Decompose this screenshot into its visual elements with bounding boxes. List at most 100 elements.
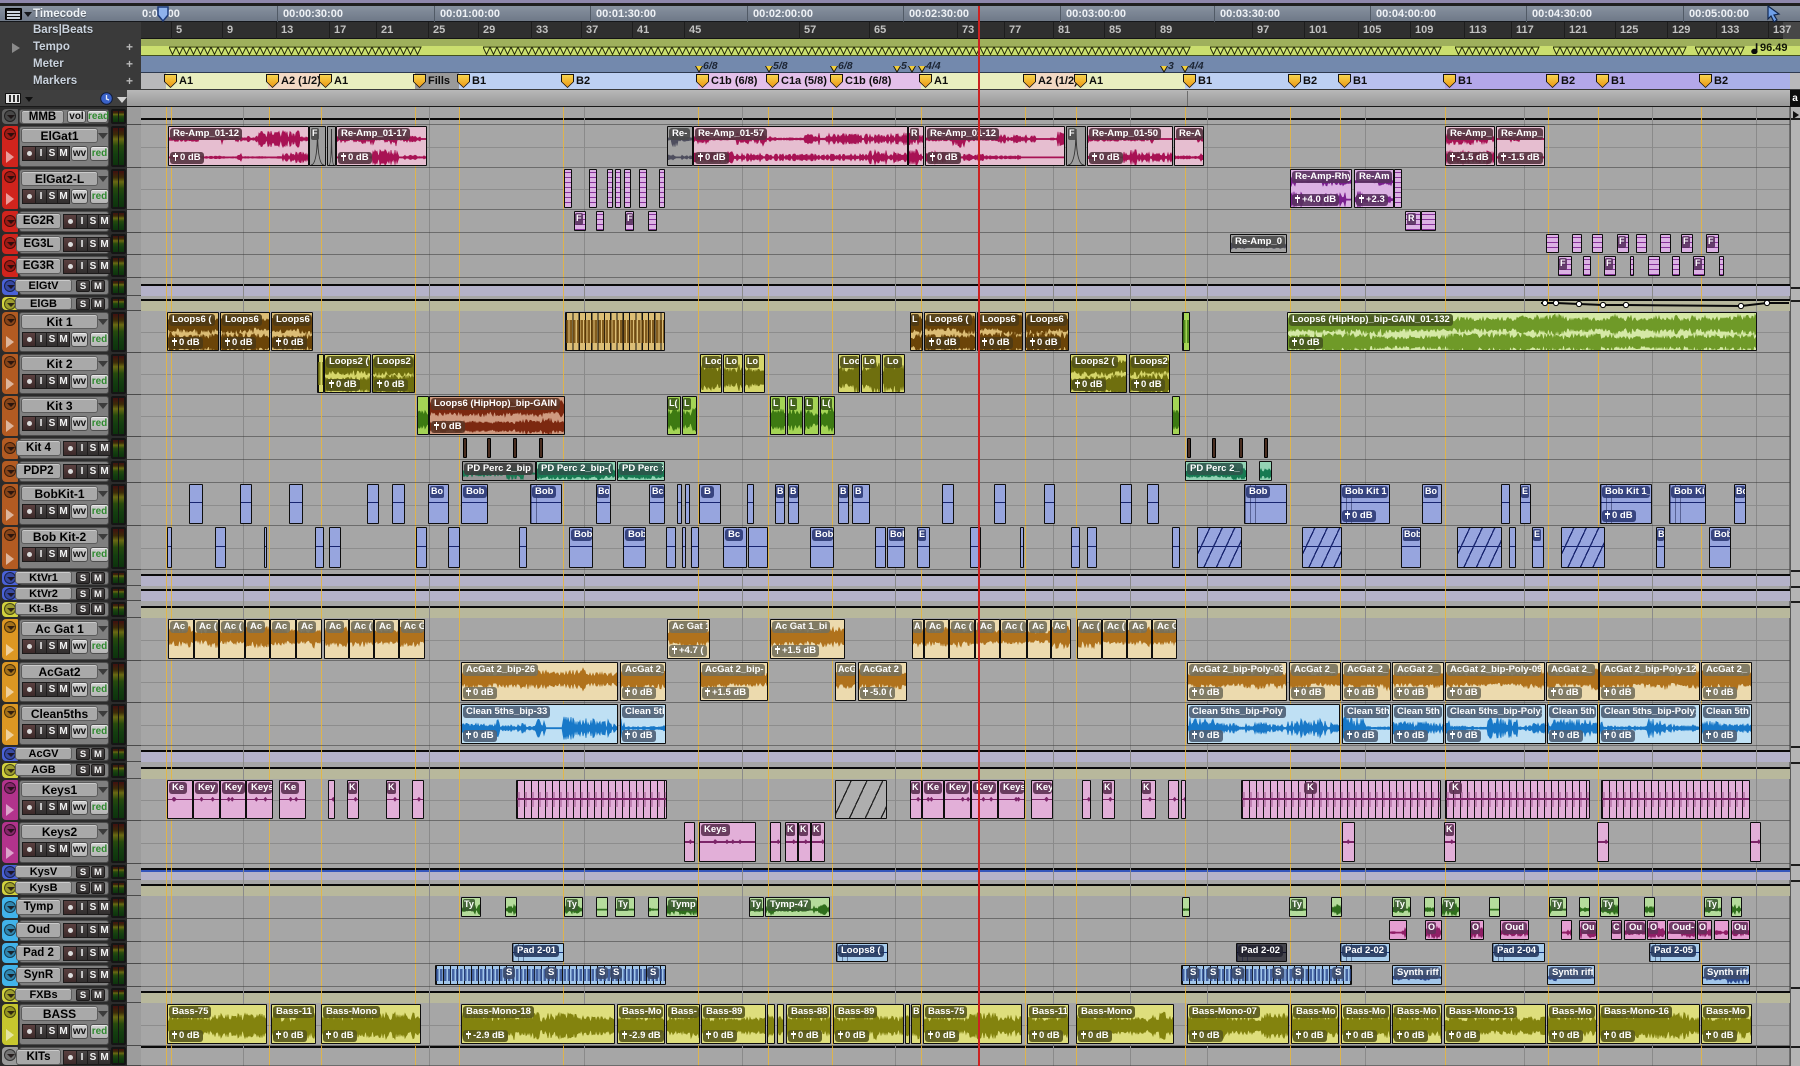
clip[interactable]: Bc xyxy=(723,527,747,568)
clip[interactable]: Ac ( xyxy=(219,619,245,659)
clip[interactable]: Bass-Mo0 dB xyxy=(1392,1004,1442,1044)
clip[interactable]: AcGat 2-5.0 ( xyxy=(858,662,907,701)
track-collapse-button[interactable] xyxy=(4,171,16,183)
clip[interactable] xyxy=(1636,234,1647,253)
clip[interactable]: Clean 5th0 dB xyxy=(1547,704,1598,744)
clip[interactable]: R xyxy=(1405,211,1421,231)
track-options-arrow-icon[interactable] xyxy=(98,403,108,409)
clip[interactable]: Ac Gat 1+4.7 ( xyxy=(667,619,710,659)
track-options-arrow-icon[interactable] xyxy=(98,491,108,497)
clip[interactable]: Ac xyxy=(245,619,270,659)
clip[interactable]: K xyxy=(1241,780,1441,819)
track-collapse-button[interactable] xyxy=(4,314,16,326)
clip[interactable]: Loops6 (HipHop)_bip-GAIN_01-1320 dB xyxy=(1287,312,1757,351)
track-options-arrow-icon[interactable] xyxy=(98,829,108,835)
mute-button[interactable]: M xyxy=(57,842,70,857)
clip[interactable] xyxy=(1714,920,1729,940)
record-enable-button[interactable] xyxy=(63,214,77,229)
clip[interactable] xyxy=(328,780,335,819)
waveform-view-button[interactable]: wv xyxy=(71,416,88,431)
mute-button[interactable]: M xyxy=(91,989,105,1001)
clip[interactable] xyxy=(1389,920,1407,940)
clip[interactable]: Bass-Mono-18-2.9 dB xyxy=(461,1004,615,1044)
clip[interactable]: B xyxy=(852,484,870,524)
track-collapse-button[interactable] xyxy=(4,664,16,676)
clip[interactable] xyxy=(1147,484,1159,524)
track-name[interactable]: Keys1 xyxy=(21,782,98,797)
clip[interactable] xyxy=(1172,396,1180,435)
clip[interactable]: L xyxy=(910,312,923,351)
track-color-tab[interactable] xyxy=(2,396,18,436)
clip[interactable]: O xyxy=(1647,920,1666,940)
clip[interactable]: Oud- xyxy=(1667,920,1696,940)
track-collapse-button[interactable] xyxy=(4,706,16,718)
record-enable-button[interactable] xyxy=(22,842,36,857)
clip[interactable] xyxy=(1168,780,1179,819)
clip[interactable] xyxy=(505,897,517,917)
clip[interactable]: Pad 2-02 xyxy=(1340,943,1390,962)
clip[interactable] xyxy=(189,484,203,524)
track-collapse-button[interactable] xyxy=(4,621,16,633)
clip[interactable] xyxy=(1561,527,1605,568)
clip[interactable] xyxy=(1731,897,1742,917)
track-name[interactable]: Kit 3 xyxy=(21,398,98,413)
clip[interactable] xyxy=(1750,822,1761,862)
clip[interactable] xyxy=(1394,169,1402,208)
keyboard-focus-button[interactable]: a xyxy=(1790,90,1800,107)
record-enable-button[interactable] xyxy=(22,800,36,815)
track-color-tab[interactable] xyxy=(2,822,18,863)
clip[interactable] xyxy=(412,780,424,819)
clip[interactable] xyxy=(1197,527,1242,568)
track-color-tab[interactable] xyxy=(2,126,18,167)
clip[interactable]: Bass-890 dB xyxy=(833,1004,904,1044)
clip[interactable] xyxy=(1501,484,1510,524)
mute-button[interactable]: M xyxy=(98,923,111,938)
track-collapse-button[interactable] xyxy=(4,128,16,140)
clip[interactable]: Ty xyxy=(461,897,481,917)
clip[interactable]: Keys xyxy=(998,780,1025,819)
automation-mode-button[interactable]: red xyxy=(90,504,109,519)
mute-button[interactable]: M xyxy=(57,374,70,389)
track-collapse-button[interactable] xyxy=(4,110,16,122)
clip[interactable]: Ac xyxy=(374,619,399,659)
clip[interactable] xyxy=(589,169,597,208)
clip[interactable] xyxy=(1572,234,1582,253)
record-enable-button[interactable] xyxy=(22,332,36,347)
clip[interactable]: Loops2 (0 dB xyxy=(1070,354,1127,393)
track-collapse-button[interactable] xyxy=(4,442,16,454)
track-name[interactable]: KtVr2 xyxy=(15,587,72,600)
waveform-view-button[interactable]: wv xyxy=(71,639,88,654)
clip[interactable]: Ac G xyxy=(399,619,425,659)
record-enable-button[interactable] xyxy=(63,900,77,915)
record-enable-button[interactable] xyxy=(63,441,77,456)
clip[interactable] xyxy=(1601,780,1750,819)
clip[interactable]: Loops2 (0 dB xyxy=(324,354,371,393)
clip[interactable]: Bass-Mono0 dB xyxy=(1076,1004,1174,1044)
clip[interactable]: Ou xyxy=(1731,920,1750,940)
track-color-tab[interactable] xyxy=(2,354,18,394)
clip[interactable] xyxy=(905,1004,910,1044)
mute-button[interactable]: M xyxy=(91,748,105,760)
clip[interactable] xyxy=(315,527,324,568)
clip[interactable] xyxy=(1239,438,1243,458)
clip[interactable]: Bob xyxy=(1401,527,1421,568)
waveform-view-button[interactable]: wv xyxy=(71,189,88,204)
track-color-tab[interactable] xyxy=(2,169,18,209)
clip[interactable]: Ke xyxy=(167,780,193,819)
clip[interactable]: Bass-Mono-070 dB xyxy=(1187,1004,1289,1044)
mute-button[interactable]: M xyxy=(98,214,111,229)
waveform-view-button[interactable]: wv xyxy=(71,682,88,697)
meter-event-icon[interactable] xyxy=(830,66,838,73)
track-name[interactable]: BASS xyxy=(21,1006,98,1021)
clip[interactable]: K xyxy=(785,822,798,862)
clip[interactable]: Bob xyxy=(1709,527,1731,568)
clip[interactable]: Re-Amp_0 xyxy=(1230,234,1287,253)
clip[interactable]: Bob Kit 1_0 dB xyxy=(1600,484,1652,524)
track-options-arrow-icon[interactable] xyxy=(98,1011,108,1017)
automation-mode-button[interactable]: red xyxy=(90,547,109,562)
clip[interactable] xyxy=(487,438,491,458)
ruler-timecode[interactable] xyxy=(0,6,1800,22)
clip[interactable]: Ac xyxy=(168,619,194,659)
clip[interactable]: Ac ( xyxy=(949,619,975,659)
clip[interactable]: AcGat 2_bip-Poly-090 dB xyxy=(1445,662,1545,701)
